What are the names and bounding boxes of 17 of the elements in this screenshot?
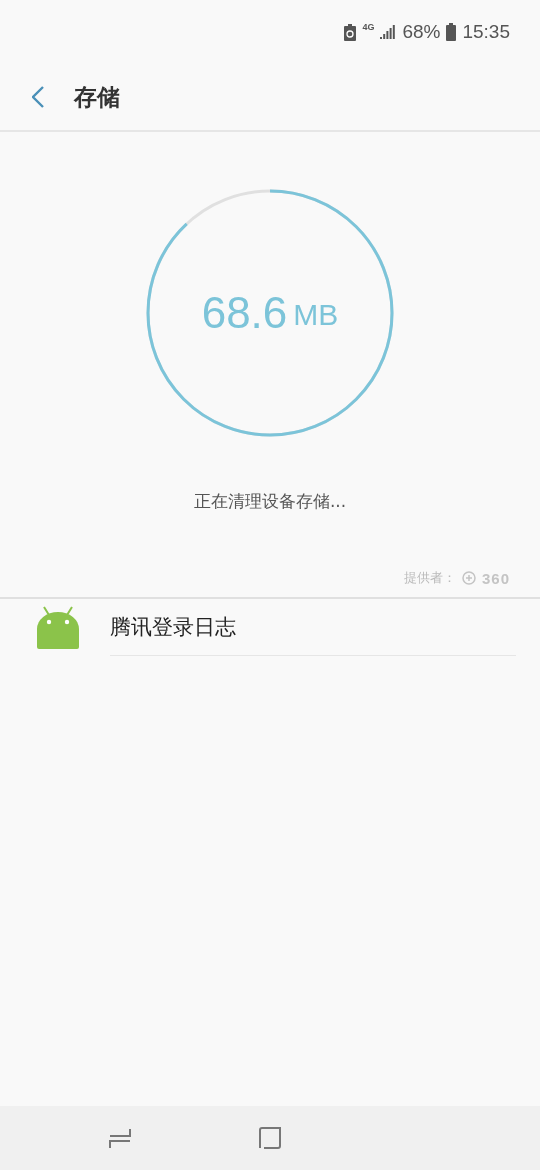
back-icon	[32, 86, 44, 108]
app-name[interactable]: 腾讯登录日志	[110, 598, 516, 656]
clock: 15:35	[462, 21, 510, 43]
logo-icon	[461, 571, 476, 585]
battery-icon	[446, 23, 457, 41]
recents-button[interactable]	[108, 1126, 132, 1150]
cleaning-status: 正在清理设备存储...	[193, 490, 347, 513]
network-type: 4G	[362, 22, 375, 32]
provider-label: 提供者：	[403, 569, 456, 587]
battery-saver-icon	[344, 23, 357, 41]
battery-percent: 68%	[402, 21, 441, 43]
android-icon	[36, 605, 80, 649]
storage-unit: MB	[293, 298, 339, 332]
home-button[interactable]	[258, 1126, 282, 1150]
page-title: 存储	[74, 82, 120, 112]
storage-amount: 68.6	[201, 288, 288, 338]
signal-icon	[380, 25, 397, 39]
